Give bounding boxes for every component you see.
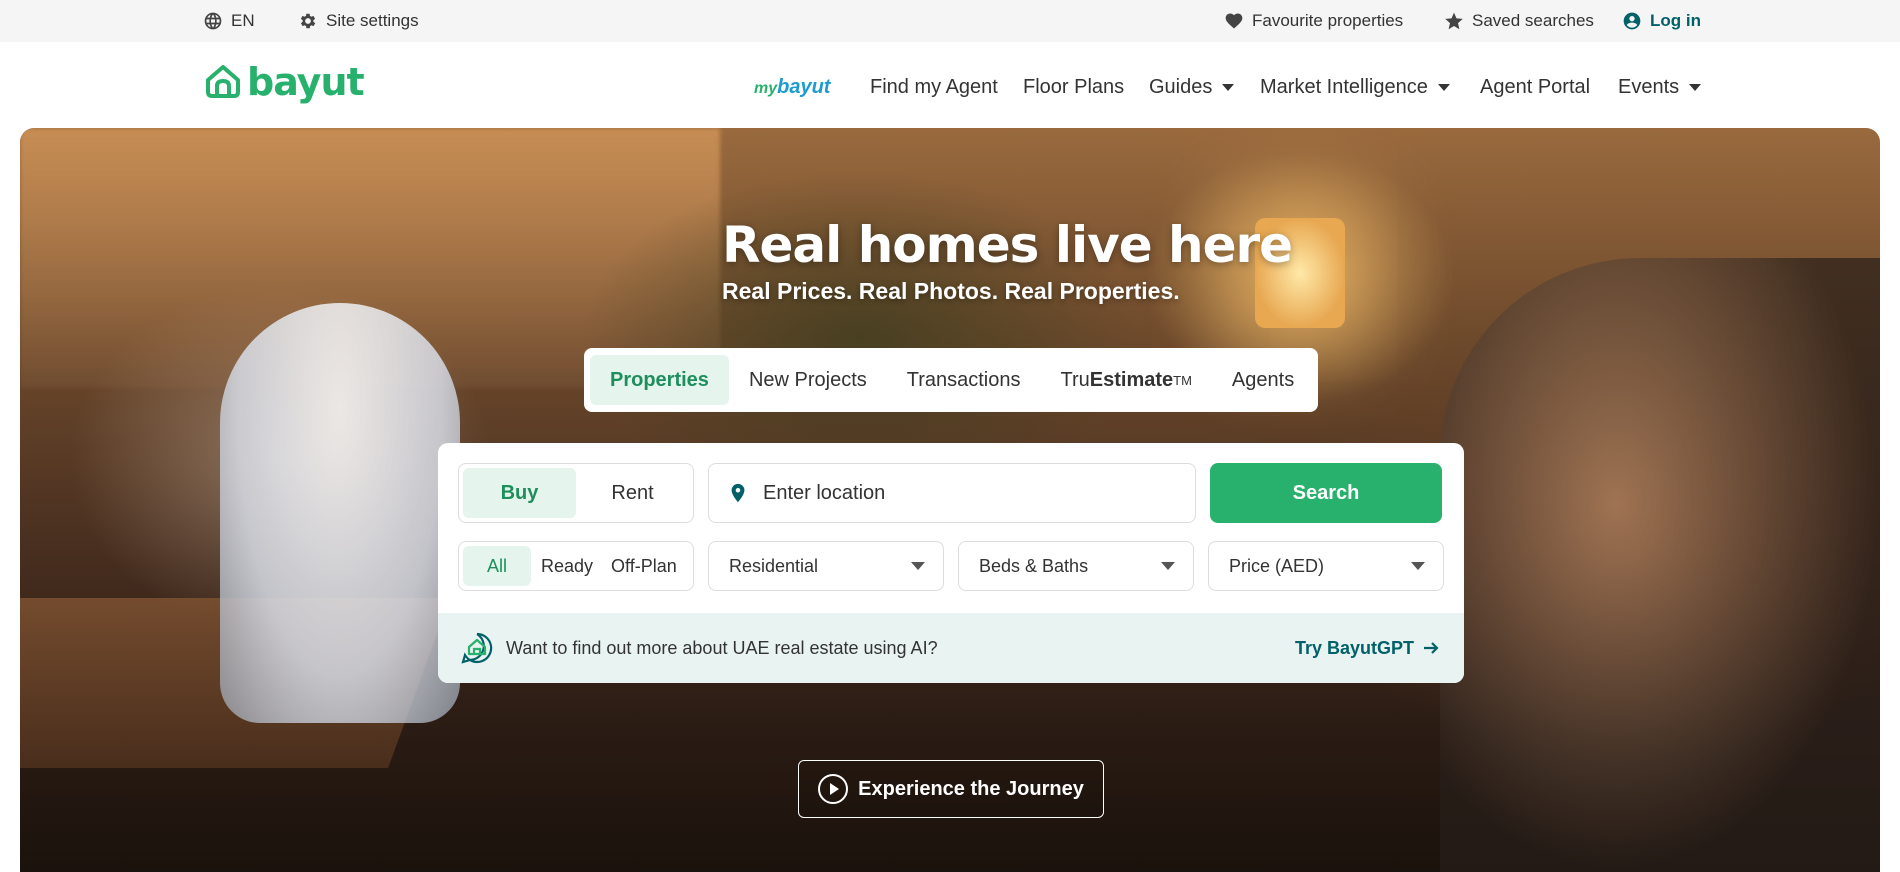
bayutgpt-icon	[461, 632, 493, 664]
try-bayutgpt-label: Try BayutGPT	[1294, 637, 1414, 658]
nav-label: Find my Agent	[870, 76, 998, 98]
tab-agents[interactable]: Agents	[1212, 355, 1314, 405]
nav-market-intelligence[interactable]: Market Intelligence	[1260, 76, 1450, 99]
chevron-down-icon	[911, 562, 925, 570]
favourite-properties-link[interactable]: Favourite properties	[1224, 0, 1403, 42]
beds-baths-dropdown[interactable]: Beds & Baths	[958, 541, 1194, 591]
experience-journey-button[interactable]: Experience the Journey	[798, 760, 1104, 818]
nav-label: Events	[1618, 76, 1680, 98]
tab-new-projects[interactable]: New Projects	[729, 355, 887, 405]
main-header: bayut mybayut Find my Agent Floor Plans …	[0, 42, 1900, 128]
truestimate-tm: TM	[1173, 372, 1192, 388]
saved-searches-label: Saved searches	[1472, 11, 1594, 30]
location-field[interactable]	[708, 463, 1196, 523]
search-category-tabs: Properties New Projects Transactions Tru…	[584, 348, 1318, 412]
caret-down-icon	[1222, 84, 1235, 91]
caret-down-icon	[1689, 84, 1702, 91]
saved-searches-link[interactable]: Saved searches	[1444, 0, 1594, 42]
bayut-logo-icon	[206, 65, 240, 98]
language-label: EN	[231, 11, 255, 30]
globe-icon	[204, 12, 222, 30]
nav-label: Floor Plans	[1023, 76, 1125, 98]
arrow-right-icon	[1424, 642, 1439, 654]
heart-icon	[1225, 13, 1243, 29]
nav-label: Agent Portal	[1480, 76, 1591, 98]
star-icon	[1445, 12, 1463, 30]
user-circle-icon	[1623, 12, 1641, 30]
gear-icon	[300, 13, 316, 29]
location-pin-icon	[731, 483, 745, 503]
favourite-properties-label: Favourite properties	[1252, 11, 1404, 30]
caret-down-icon	[1437, 84, 1450, 91]
purpose-rent[interactable]: Rent	[576, 468, 689, 518]
completion-all[interactable]: All	[463, 546, 531, 586]
truestimate-prefix: Tru	[1060, 368, 1090, 391]
property-type-dropdown[interactable]: Residential	[708, 541, 944, 591]
price-value: Price (AED)	[1229, 555, 1325, 576]
nav-label: Guides	[1149, 76, 1213, 98]
tab-properties[interactable]: Properties	[590, 355, 729, 405]
hero-bg-person	[220, 303, 460, 723]
purpose-buy[interactable]: Buy	[463, 468, 576, 518]
hero-bg-family	[1440, 258, 1880, 872]
login-link[interactable]: Log in	[1622, 0, 1701, 42]
chevron-down-icon	[1411, 562, 1425, 570]
hero-subtitle: Real Prices. Real Photos. Real Propertie…	[722, 278, 1180, 304]
language-selector[interactable]: EN	[203, 0, 255, 42]
nav-label: Market Intelligence	[1260, 76, 1428, 98]
completion-off-plan[interactable]: Off-Plan	[603, 546, 685, 586]
beds-baths-value: Beds & Baths	[979, 555, 1089, 576]
completion-ready[interactable]: Ready	[533, 546, 601, 586]
search-button[interactable]: Search	[1210, 463, 1442, 523]
completion-toggle: All Ready Off-Plan	[458, 541, 694, 591]
bayutgpt-prompt: Want to find out more about UAE real est…	[506, 637, 938, 658]
top-utility-bar: EN Site settings Favourite properties Sa…	[0, 0, 1900, 42]
search-panel: Buy Rent Search All Ready Off-Plan Resid…	[438, 443, 1464, 683]
site-settings-label: Site settings	[326, 11, 419, 30]
nav-agent-portal[interactable]: Agent Portal	[1480, 76, 1590, 99]
nav-find-my-agent[interactable]: Find my Agent	[870, 76, 998, 99]
logo-wordmark: bayut	[247, 60, 365, 104]
nav-guides[interactable]: Guides	[1149, 76, 1235, 99]
tab-truestimate[interactable]: Tru Estimate TM	[1041, 355, 1212, 405]
hero-title: Real homes live here	[722, 216, 1293, 274]
location-input[interactable]	[763, 481, 1163, 505]
nav-floor-plans[interactable]: Floor Plans	[1023, 76, 1124, 99]
chevron-down-icon	[1161, 562, 1175, 570]
hero-banner: Real homes live here Real Prices. Real P…	[20, 128, 1880, 872]
price-dropdown[interactable]: Price (AED)	[1208, 541, 1444, 591]
site-settings-link[interactable]: Site settings	[298, 0, 419, 42]
nav-events[interactable]: Events	[1618, 76, 1702, 99]
mybayut-prefix: my	[754, 80, 778, 97]
play-icon	[818, 774, 849, 804]
purpose-toggle: Buy Rent	[458, 463, 694, 523]
try-bayutgpt-link[interactable]: Try BayutGPT	[1295, 638, 1440, 659]
bayut-logo[interactable]: bayut	[203, 60, 365, 104]
login-label: Log in	[1650, 11, 1701, 30]
bayutgpt-banner: Want to find out more about UAE real est…	[438, 613, 1464, 683]
property-type-value: Residential	[729, 555, 819, 576]
tab-transactions[interactable]: Transactions	[887, 355, 1041, 405]
experience-journey-label: Experience the Journey	[858, 777, 1084, 800]
truestimate-bold: Estimate	[1089, 368, 1174, 391]
mybayut-link[interactable]: mybayut	[754, 76, 830, 99]
mybayut-brand: bayut	[777, 76, 831, 98]
